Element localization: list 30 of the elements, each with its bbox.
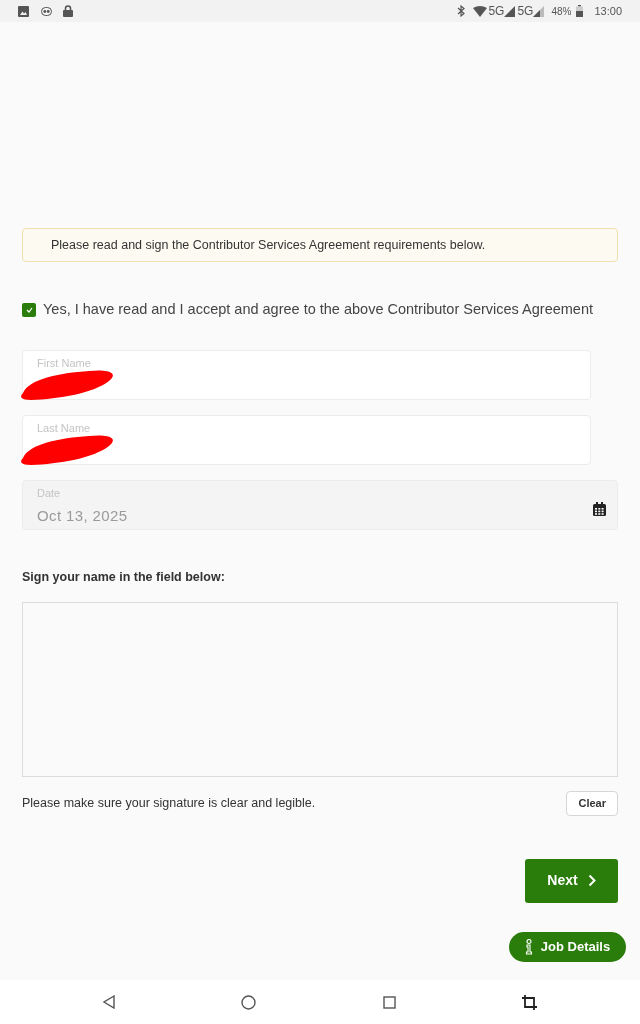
wifi-icon — [473, 5, 488, 17]
network-label: 5G — [517, 3, 534, 20]
network-label: 5G — [488, 3, 505, 20]
field-label: Last Name — [37, 421, 91, 435]
agreement-label: Yes, I have read and I accept and agree to the above Contributor Services Agreement — [43, 300, 593, 320]
job-details-button[interactable]: Job Details — [509, 931, 626, 962]
field-label: First Name — [37, 356, 91, 370]
signal-icon — [533, 5, 545, 17]
battery-percent: 48% — [551, 4, 572, 19]
image-icon — [18, 5, 29, 17]
recents-icon[interactable] — [382, 995, 396, 1009]
signature-heading: Sign your name in the field below: — [22, 569, 225, 586]
back-icon[interactable] — [103, 995, 116, 1009]
signature-hint: Please make sure your signature is clear and legible. — [22, 794, 316, 812]
chevron-right-icon — [587, 874, 596, 888]
check-icon — [25, 307, 33, 313]
field-value: Oct 13, 2025 — [37, 506, 128, 526]
info-icon — [524, 938, 533, 955]
bluetooth-icon — [457, 5, 466, 17]
cassette-icon — [41, 6, 52, 16]
battery-icon — [576, 5, 584, 17]
crop-icon[interactable] — [521, 994, 537, 1010]
clock: 13:00 — [594, 3, 622, 19]
next-button[interactable]: Next — [525, 858, 618, 903]
clear-button[interactable]: Clear — [566, 790, 618, 816]
signal-icon — [504, 5, 516, 17]
agreement-checkbox[interactable] — [22, 303, 36, 317]
home-icon[interactable] — [241, 994, 257, 1010]
notice-text: Please read and sign the Contributor Services Agreement requirements below. — [51, 236, 486, 254]
lock-icon — [63, 5, 73, 17]
